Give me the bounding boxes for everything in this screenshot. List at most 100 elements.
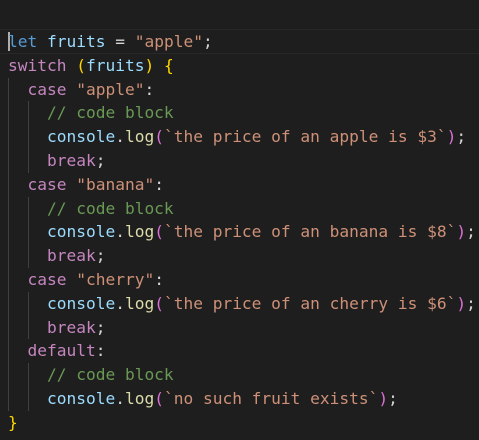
indent-guide (8, 125, 9, 149)
code-line[interactable]: break; (8, 315, 476, 340)
code-line[interactable]: // code block (8, 196, 476, 221)
indent-guide (8, 244, 9, 268)
code-token: ; (466, 293, 476, 313)
indent-guide (8, 220, 9, 245)
code-line[interactable]: switch (fruits) { (8, 54, 476, 78)
code-token: ( (76, 55, 86, 75)
code-token: "apple" (76, 79, 145, 99)
code-line[interactable]: } (8, 411, 476, 435)
code-line[interactable]: break; (8, 244, 476, 268)
code-line[interactable]: case "apple": (8, 77, 476, 102)
code-token: : (154, 174, 164, 194)
indent-guide (8, 363, 9, 387)
indent-guide (8, 386, 9, 411)
indent-guide (27, 244, 29, 268)
code-token: ; (466, 222, 476, 242)
code-token: `the price of an banana is $8` (163, 222, 457, 242)
code-line[interactable]: // code block (8, 101, 476, 126)
code-token: ( (154, 222, 164, 242)
code-token: . (115, 388, 125, 408)
code-token: ; (95, 150, 106, 170)
code-token: break (46, 150, 96, 170)
code-token: . (115, 293, 125, 313)
indent-guide (27, 386, 29, 411)
code-line[interactable]: default: (8, 339, 476, 364)
code-token: { (163, 55, 174, 75)
indent-guide (27, 220, 29, 245)
code-line[interactable]: console.log(`the price of an cherry is $… (8, 291, 476, 316)
code-token: console (46, 388, 116, 408)
indent-guide (27, 148, 29, 173)
code-token: : (144, 79, 155, 99)
code-editor[interactable]: let fruits = "apple"; switch (fruits) { c… (0, 0, 479, 440)
code-token: fruits (85, 55, 145, 75)
indent-guide (8, 148, 9, 173)
code-token: } (8, 412, 18, 432)
indent-guide (8, 267, 9, 292)
code-token: break (46, 317, 96, 337)
code-token: ( (154, 293, 164, 313)
code-token: ) (144, 55, 155, 75)
code-token: // code block (46, 198, 174, 218)
code-token: ) (456, 222, 467, 242)
indent-guide (8, 77, 9, 102)
code-token: log (124, 388, 155, 408)
indent-guide (27, 315, 29, 340)
code-token: ; (388, 388, 398, 408)
code-line[interactable]: let fruits = "apple"; (8, 30, 476, 54)
code-line[interactable]: console.log(`the price of an apple is $3… (8, 125, 476, 149)
code-line[interactable]: console.log(`no such fruit exists`); (8, 386, 476, 411)
code-line[interactable]: break; (8, 148, 476, 173)
code-line[interactable]: case "banana": (8, 172, 476, 197)
code-line[interactable]: case "cherry": (8, 267, 476, 292)
code-token: // code block (46, 365, 174, 385)
code-token: ; (202, 32, 213, 51)
code-token: "cherry" (76, 269, 155, 289)
code-token: `the price of an cherry is $6` (163, 293, 457, 313)
code-token: console (46, 222, 116, 242)
code-line[interactable]: // code block (8, 363, 476, 387)
code-token: : (95, 341, 106, 361)
code-token: case (27, 79, 67, 99)
code-token: : (154, 269, 164, 289)
code-token: ; (95, 246, 106, 266)
code-token: = (105, 32, 135, 51)
indent-guide (8, 196, 9, 221)
code-token: . (115, 127, 125, 147)
code-token: case (27, 269, 67, 289)
code-token: log (124, 293, 155, 313)
code-token: "banana" (76, 174, 155, 194)
code-token: switch (8, 55, 67, 75)
indent-guide (8, 291, 9, 316)
code-token: `the price of an apple is $3` (163, 127, 447, 147)
code-area[interactable]: let fruits = "apple"; switch (fruits) { c… (8, 30, 476, 435)
code-token: fruits (47, 32, 106, 51)
code-token: log (124, 222, 155, 242)
indent-guide (8, 339, 9, 364)
indent-guide (8, 315, 9, 340)
code-token: `no such fruit exists` (163, 388, 379, 408)
code-token: "apple" (134, 32, 203, 51)
code-token: ) (378, 388, 389, 408)
indent-guide (27, 196, 29, 221)
code-token: ) (456, 293, 467, 313)
code-token: ( (154, 388, 164, 408)
code-line[interactable]: console.log(`the price of an banana is $… (8, 220, 476, 245)
code-token: . (115, 222, 125, 242)
indent-guide (27, 101, 29, 126)
code-token: ( (154, 127, 164, 147)
indent-guide (8, 101, 9, 126)
code-token: case (27, 174, 67, 194)
code-token: ) (446, 127, 457, 147)
indent-guide (27, 363, 29, 387)
code-token: // code block (46, 103, 174, 123)
code-token: ; (456, 127, 467, 147)
